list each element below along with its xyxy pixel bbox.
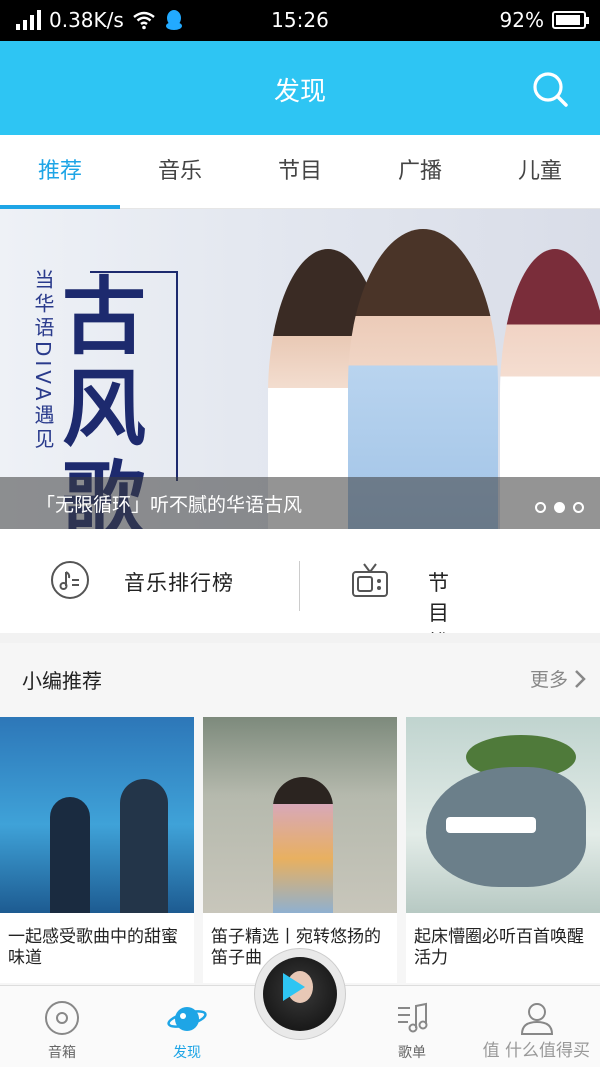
- carousel-dot[interactable]: [535, 502, 546, 513]
- playlist-card[interactable]: 笛子精选丨宛转悠扬的笛子曲: [203, 717, 397, 983]
- now-playing-button[interactable]: [254, 948, 346, 1040]
- nav-label: 歌单: [398, 1045, 426, 1061]
- play-icon: [283, 973, 305, 1001]
- playlist-cover: [406, 717, 600, 913]
- nav-speaker[interactable]: 音箱: [2, 986, 122, 1067]
- playlist-title: 起床懵圈必听百首唤醒活力: [406, 913, 600, 983]
- banner-caption: 「无限循环」听不腻的华语古风: [36, 494, 303, 516]
- playlist-card[interactable]: 一起感受歌曲中的甜蜜味道: [0, 717, 194, 983]
- program-chart-button[interactable]: 节目排行榜: [0, 529, 449, 715]
- playlist-cover: [0, 717, 194, 913]
- tab-kids[interactable]: 儿童: [480, 135, 600, 208]
- page-title: 发现: [273, 77, 326, 107]
- carousel-dot[interactable]: [573, 502, 584, 513]
- playlist-icon: [398, 1002, 428, 1033]
- user-icon: [520, 1003, 554, 1035]
- tab-music[interactable]: 音乐: [120, 135, 240, 208]
- nav-playlists[interactable]: 歌单: [352, 986, 472, 1067]
- nav-label: 音箱: [48, 1045, 76, 1061]
- more-label: 更多: [529, 669, 568, 691]
- charts-row: 音乐排行榜 节目排行榜: [0, 529, 600, 715]
- carousel-dot-active[interactable]: [554, 502, 565, 513]
- app-header: 发现: [0, 41, 600, 135]
- category-tabs: 推荐 音乐 节目 广播 儿童: [0, 135, 600, 209]
- section-title: 小编推荐: [22, 669, 102, 693]
- battery-icon: [552, 11, 589, 29]
- section-gap: [0, 633, 600, 643]
- status-bar: 0.38K/s 15:26 92%: [0, 0, 600, 41]
- playlist-card[interactable]: 起床懵圈必听百首唤醒活力: [406, 717, 600, 983]
- search-icon[interactable]: [530, 69, 570, 109]
- watermark: 值 什么值得买: [482, 1041, 590, 1061]
- radio-icon: [352, 563, 388, 597]
- tab-recommend[interactable]: 推荐: [0, 135, 120, 209]
- chevron-right-icon: [575, 669, 586, 688]
- more-link[interactable]: 更多: [530, 665, 586, 692]
- nav-discover[interactable]: 发现: [127, 986, 247, 1067]
- planet-icon: [167, 1007, 207, 1031]
- nav-label: 发现: [173, 1045, 201, 1061]
- banner-subtitle: 当华语DIVA遇见: [31, 269, 55, 453]
- carousel-dots: [535, 502, 584, 513]
- tab-radio[interactable]: 广播: [360, 135, 480, 208]
- promo-banner[interactable]: 当华语DIVA遇见 古风歌曲 「无限循环」听不腻的华语古风: [0, 209, 600, 529]
- editor-picks-section: 小编推荐 更多 一起感受歌曲中的甜蜜味道 笛子精选丨宛转悠扬的笛子曲 起床懵圈必…: [0, 643, 600, 985]
- battery-percent: 92%: [499, 8, 544, 32]
- playlist-title: 一起感受歌曲中的甜蜜味道: [0, 913, 194, 983]
- tab-programs[interactable]: 节目: [240, 135, 360, 208]
- playlist-cover: [203, 717, 397, 913]
- speaker-icon: [45, 1001, 79, 1035]
